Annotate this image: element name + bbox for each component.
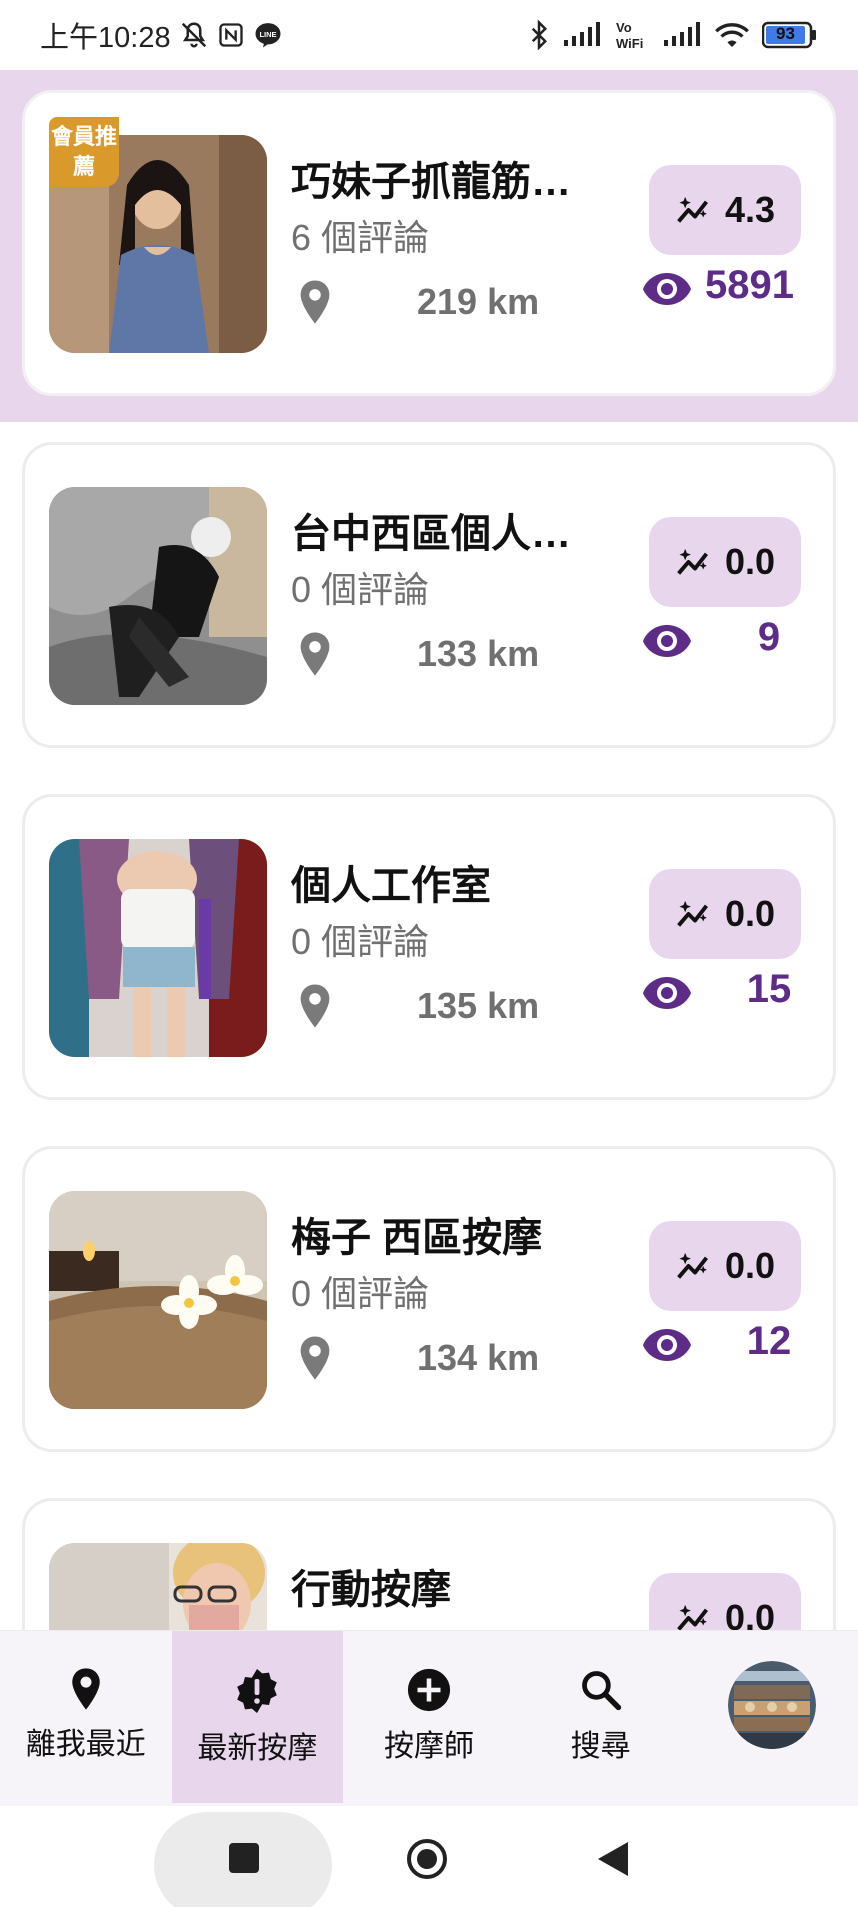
member-recommend-badge: 會員推薦 <box>49 117 119 187</box>
status-bar: 上午10:28 LINE Vo WiFi 93 <box>0 0 858 70</box>
notifications-off-icon <box>181 22 206 48</box>
nav-therapists[interactable]: 按摩師 <box>343 1631 515 1807</box>
trending-sparkle-icon <box>677 196 708 223</box>
review-count: 6 個評論 <box>291 217 430 258</box>
location-pin-icon <box>300 280 330 324</box>
listing-photo <box>49 487 267 705</box>
bluetooth-icon <box>531 20 548 50</box>
massage-listing: 會員推薦 巧妹子抓龍筋… 6 個評論 219 km 4.3 5891 台中西區個… <box>0 70 858 1630</box>
trending-sparkle-icon <box>677 900 708 927</box>
location-pin-icon <box>300 984 330 1028</box>
listing-name: 個人工作室 <box>291 864 491 908</box>
list-item[interactable]: 個人工作室 0 個評論 135 km 0.0 15 <box>0 774 858 1126</box>
listing-name: 巧妹子抓龍筋… <box>291 160 571 204</box>
rating-badge: 0.0 <box>649 1221 801 1311</box>
back-triangle-icon[interactable] <box>596 1840 630 1878</box>
list-item[interactable]: 台中西區個人… 0 個評論 133 km 0.0 9 <box>0 422 858 774</box>
vowifi-icon: VoWiFi <box>616 20 643 51</box>
listing-card[interactable]: 會員推薦 巧妹子抓龍筋… 6 個評論 219 km 4.3 5891 <box>22 90 836 396</box>
list-item[interactable]: 行動按摩 0.0 <box>0 1478 858 1630</box>
nfc-icon <box>218 23 243 47</box>
views-eye-icon <box>643 977 691 1009</box>
rating-badge: 0.0 <box>649 517 801 607</box>
view-count: 15 <box>746 967 792 1011</box>
rating-value: 0.0 <box>724 1597 776 1630</box>
listing-name: 行動按摩 <box>291 1568 451 1612</box>
recents-square-icon[interactable] <box>228 1842 260 1874</box>
nav-nearby[interactable]: 離我最近 <box>0 1631 172 1807</box>
add-circle-icon <box>407 1668 451 1712</box>
view-count: 12 <box>746 1319 792 1363</box>
alert-badge-icon <box>237 1669 278 1713</box>
location-pin-icon <box>72 1668 100 1710</box>
listing-card[interactable]: 梅子 西區按摩 0 個評論 134 km 0.0 12 <box>22 1146 836 1452</box>
status-time: 上午10:28 <box>40 22 171 54</box>
rating-value: 4.3 <box>724 189 776 230</box>
rating-value: 0.0 <box>724 893 776 934</box>
nav-profile[interactable] <box>686 1631 858 1807</box>
listing-card[interactable]: 行動按摩 0.0 <box>22 1498 836 1630</box>
avatar <box>728 1661 817 1749</box>
line-app-icon: LINE <box>255 23 281 48</box>
nav-label: 按摩師 <box>383 1730 474 1763</box>
listing-name: 梅子 西區按摩 <box>291 1216 543 1260</box>
signal-icon <box>564 22 600 46</box>
listing-name: 台中西區個人… <box>291 512 571 556</box>
list-item[interactable]: 梅子 西區按摩 0 個評論 134 km 0.0 12 <box>0 1126 858 1478</box>
trending-sparkle-icon <box>677 1604 708 1630</box>
distance: 134 km <box>417 1337 540 1378</box>
distance: 135 km <box>417 985 540 1026</box>
nav-label: 最新按摩 <box>197 1732 318 1765</box>
listing-photo <box>49 1191 267 1409</box>
view-count: 5891 <box>705 263 794 307</box>
rating-badge: 4.3 <box>649 165 801 255</box>
listing-card[interactable]: 台中西區個人… 0 個評論 133 km 0.0 9 <box>22 442 836 748</box>
nav-latest[interactable]: 最新按摩 <box>171 1631 344 1803</box>
rating-badge: 0.0 <box>649 869 801 959</box>
views-eye-icon <box>643 273 691 305</box>
review-count: 0 個評論 <box>291 1273 430 1314</box>
search-icon <box>581 1671 621 1711</box>
location-pin-icon <box>300 1336 330 1380</box>
listing-card[interactable]: 個人工作室 0 個評論 135 km 0.0 15 <box>22 794 836 1100</box>
signal-icon-2 <box>664 22 700 46</box>
rating-badge: 0.0 <box>649 1573 801 1630</box>
nav-label: 離我最近 <box>25 1728 146 1761</box>
views-eye-icon <box>643 625 691 657</box>
wifi-icon <box>715 23 749 47</box>
review-count: 0 個評論 <box>291 921 430 962</box>
trending-sparkle-icon <box>677 548 708 575</box>
nav-search[interactable]: 搜尋 <box>515 1631 687 1807</box>
svg-text:LINE: LINE <box>259 30 276 39</box>
view-count: 9 <box>757 615 781 659</box>
rating-value: 0.0 <box>724 1245 776 1286</box>
battery-indicator: 93 <box>762 21 818 49</box>
distance: 133 km <box>417 633 540 674</box>
system-navigation-bar <box>0 1806 858 1907</box>
review-count: 0 個評論 <box>291 569 430 610</box>
distance: 219 km <box>417 281 540 322</box>
list-item[interactable]: 會員推薦 巧妹子抓龍筋… 6 個評論 219 km 4.3 5891 <box>0 70 858 422</box>
listing-photo <box>49 1543 267 1630</box>
bottom-navigation: 離我最近 最新按摩 按摩師 搜尋 <box>0 1630 858 1806</box>
svg-text:WiFi: WiFi <box>616 36 643 51</box>
trending-sparkle-icon <box>677 1252 708 1279</box>
listing-photo <box>49 839 267 1057</box>
home-circle-icon[interactable] <box>406 1838 448 1880</box>
svg-text:Vo: Vo <box>616 20 632 35</box>
views-eye-icon <box>643 1329 691 1361</box>
location-pin-icon <box>300 632 330 676</box>
nav-label: 搜尋 <box>570 1730 631 1763</box>
rating-value: 0.0 <box>724 541 776 582</box>
battery-level: 93 <box>776 24 795 43</box>
